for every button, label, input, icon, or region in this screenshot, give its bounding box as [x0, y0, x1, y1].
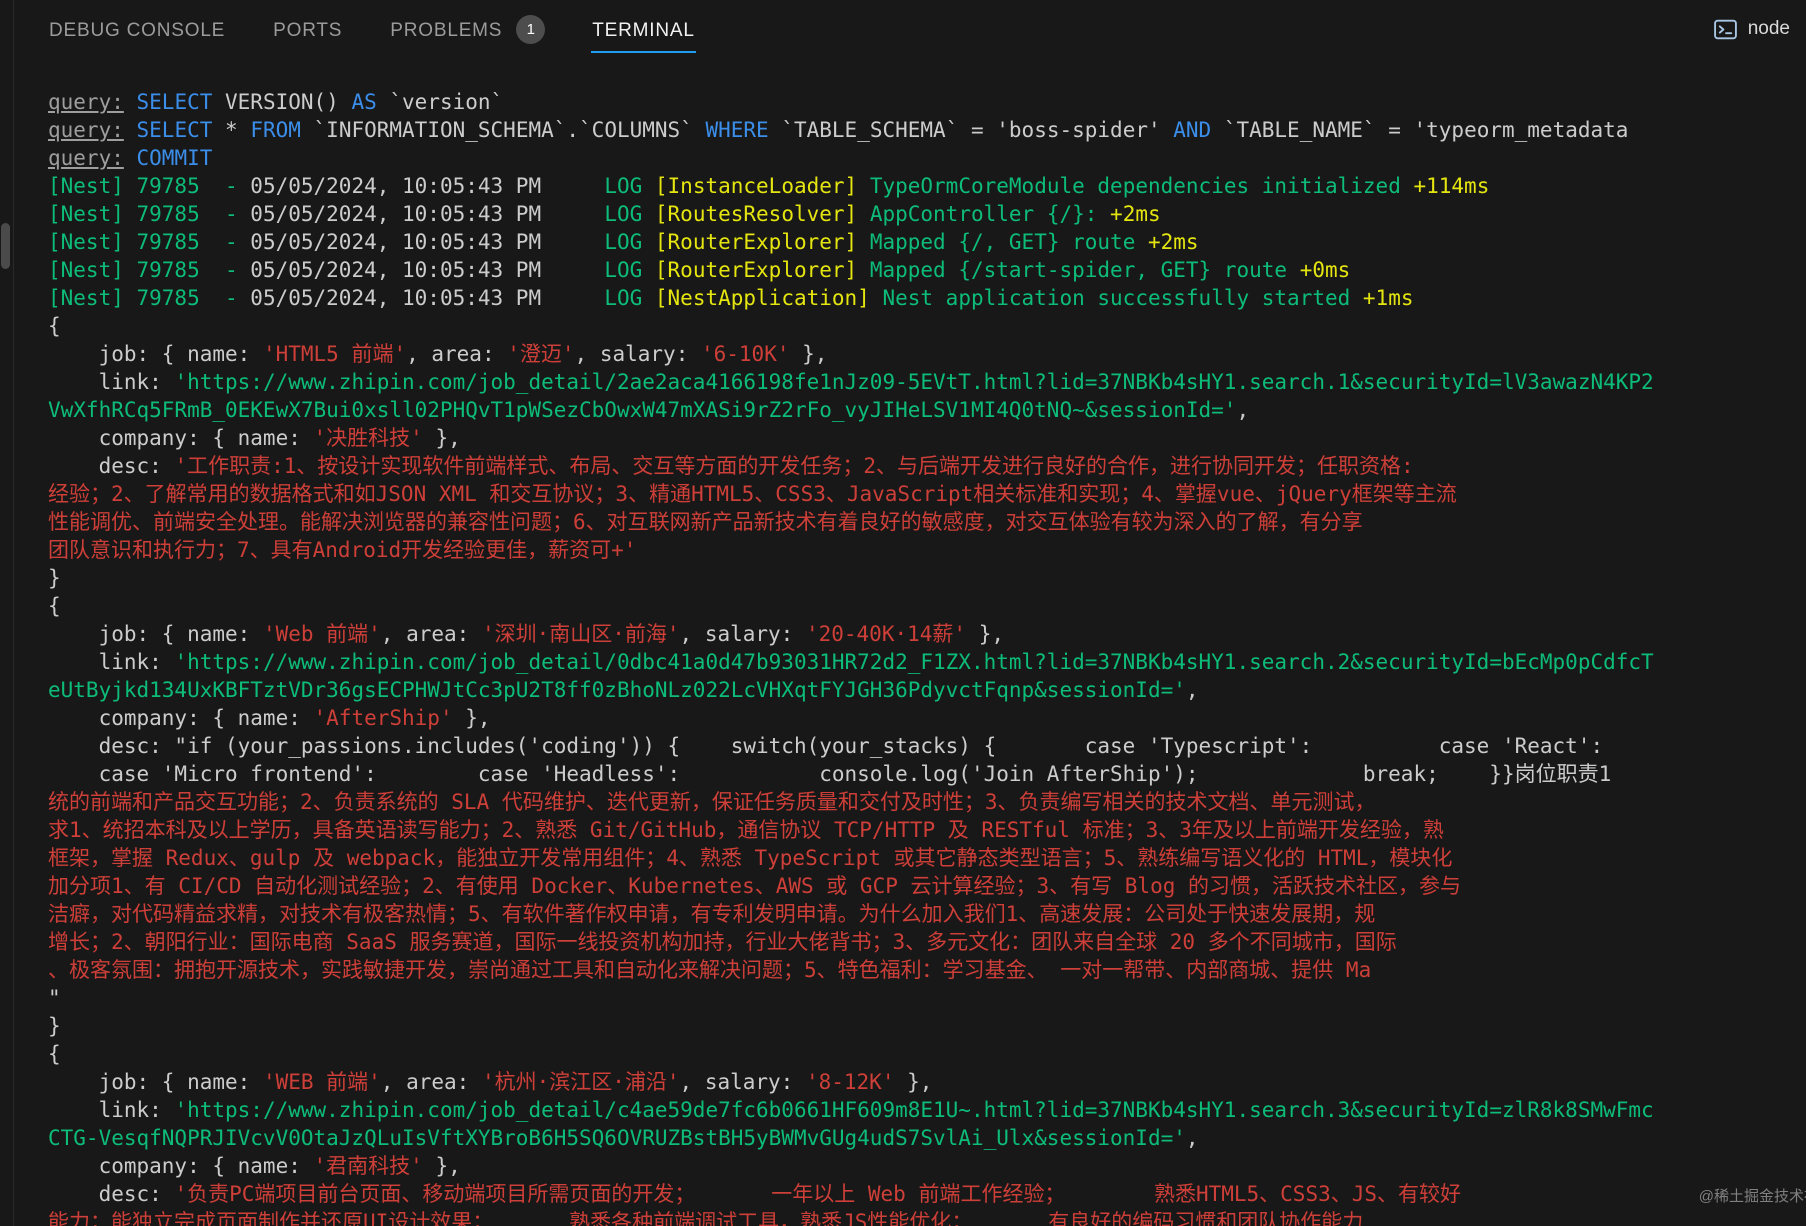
- terminal-row: 加分项1、有 CI/CD 自动化测试经验；2、有使用 Docker、Kubern…: [48, 874, 1462, 898]
- terminal-row: job: { name: 'WEB 前端', area: '杭州·滨江区·浦沿'…: [48, 1070, 933, 1094]
- terminal-row: desc: '负责PC端项目前台页面、移动端项目所需页面的开发； 一年以上 We…: [48, 1182, 1462, 1206]
- terminal-row: company: { name: 'AfterShip' },: [48, 706, 491, 730]
- terminal-row: VwXfhRCq5FRmB_0EKEwX7Bui0xsll02PHQvT1pWS…: [48, 398, 1250, 422]
- terminal-row: {: [48, 1042, 61, 1066]
- terminal-row: job: { name: 'HTML5 前端', area: '澄迈', sal…: [48, 342, 828, 366]
- terminal-row: case 'Micro frontend': case 'Headless': …: [48, 762, 1612, 786]
- terminal-row: [Nest] 79785 - 05/05/2024, 10:05:43 PM L…: [48, 258, 1351, 282]
- terminal-row: company: { name: '决胜科技' },: [48, 426, 461, 450]
- problems-count-badge: 1: [516, 14, 546, 44]
- terminal-process-label: node: [1747, 18, 1790, 39]
- terminal-icon: [1713, 17, 1738, 42]
- terminal-row: 、极客氛围：拥抱开源技术，实践敏捷开发，崇尚通过工具和自动化来解决问题；5、特色…: [48, 958, 1372, 982]
- terminal-row: link: 'https://www.zhipin.com/job_detail…: [48, 1098, 1654, 1122]
- terminal-row: desc: "if (your_passions.includes('codin…: [48, 734, 1604, 758]
- terminal-row: company: { name: '君南科技' },: [48, 1154, 461, 1178]
- terminal-row: eUtByjkd134UxKBFTztVDr36gsECPHWJtCc3pU2T…: [48, 678, 1199, 702]
- terminal-row: 框架，掌握 Redux、gulp 及 webpack，能独立开发常用组件；4、熟…: [48, 846, 1453, 870]
- terminal-row: 增长；2、朝阳行业：国际电商 SaaS 服务赛道，国际一线投资机构加持，行业大佬…: [48, 930, 1397, 954]
- tab-label: DEBUG CONSOLE: [49, 20, 226, 41]
- terminal-row: {: [48, 314, 61, 338]
- vscode-panel: DEBUG CONSOLE PORTS PROBLEMS 1 TERMINAL …: [0, 0, 1806, 1226]
- tab-terminal[interactable]: TERMINAL: [591, 5, 696, 53]
- tab-label: TERMINAL: [591, 5, 696, 53]
- terminal-row: {: [48, 594, 61, 618]
- terminal-row: 性能调优、前端安全处理。能解决浏览器的兼容性问题；6、对互联网新产品新技术有着良…: [48, 510, 1363, 534]
- terminal-row: [Nest] 79785 - 05/05/2024, 10:05:43 PM L…: [48, 174, 1490, 198]
- terminal-row: }: [48, 1014, 61, 1038]
- terminal-row: [Nest] 79785 - 05/05/2024, 10:05:43 PM L…: [48, 286, 1414, 310]
- terminal-row: [Nest] 79785 - 05/05/2024, 10:05:43 PM L…: [48, 230, 1199, 254]
- terminal-row: }: [48, 566, 61, 590]
- terminal-row: query: COMMIT: [48, 146, 213, 170]
- tab-label: PORTS: [273, 20, 343, 41]
- terminal-row: 团队意识和执行力；7、具有Android开发经验更佳，薪资可+': [48, 538, 637, 562]
- terminal-row: [Nest] 79785 - 05/05/2024, 10:05:43 PM L…: [48, 202, 1161, 226]
- left-gutter: [0, 0, 14, 1226]
- tab-problems[interactable]: PROBLEMS 1: [389, 5, 546, 53]
- tab-debug-console[interactable]: DEBUG CONSOLE: [48, 5, 226, 53]
- terminal-row: query: SELECT VERSION() AS `version`: [48, 90, 504, 114]
- tab-ports[interactable]: PORTS: [272, 5, 343, 53]
- panel-tab-bar: DEBUG CONSOLE PORTS PROBLEMS 1 TERMINAL …: [14, 0, 1806, 58]
- terminal-row: job: { name: 'Web 前端', area: '深圳·南山区·前海'…: [48, 622, 1004, 646]
- terminal-row: 求1、统招本科及以上学历，具备英语读写能力；2、熟悉 Git/GitHub，通信…: [48, 818, 1444, 842]
- terminal-row: 洁癖，对代码精益求精，对技术有极客热情；5、有软件著作权申请，有专利发明申请。为…: [48, 902, 1376, 926]
- terminal-output[interactable]: query: SELECT VERSION() AS `version` quer…: [14, 58, 1806, 1226]
- terminal-row: 统的前端和产品交互功能；2、负责系统的 SLA 代码维护、迭代更新，保证任务质量…: [48, 790, 1376, 814]
- watermark-text: @稀土掘金技术社区: [1698, 1188, 1806, 1205]
- terminal-row: desc: '工作职责:1、按设计实现软件前端样式、布局、交互等方面的开发任务；…: [48, 454, 1414, 478]
- terminal-row: ": [48, 986, 61, 1010]
- terminal-row: link: 'https://www.zhipin.com/job_detail…: [48, 650, 1654, 674]
- terminal-row: link: 'https://www.zhipin.com/job_detail…: [48, 370, 1654, 394]
- terminal-process-selector[interactable]: node: [1713, 0, 1790, 58]
- terminal-row: query: SELECT * FROM `INFORMATION_SCHEMA…: [48, 118, 1629, 142]
- terminal-row: CTG-VesqfNQPRJIVcvV0OtaJzQLuIsVftXYBroB6…: [48, 1126, 1199, 1150]
- terminal-row: 经验；2、了解常用的数据格式和如JSON XML 和交互协议；3、精通HTML5…: [48, 482, 1457, 506]
- terminal-row: 能力；能独立完成页面制作并还原UI设计效果； 熟悉各种前端调试工具，熟悉JS性能…: [48, 1210, 1364, 1226]
- tab-label: PROBLEMS: [390, 20, 503, 41]
- scrollbar-thumb[interactable]: [1, 223, 10, 269]
